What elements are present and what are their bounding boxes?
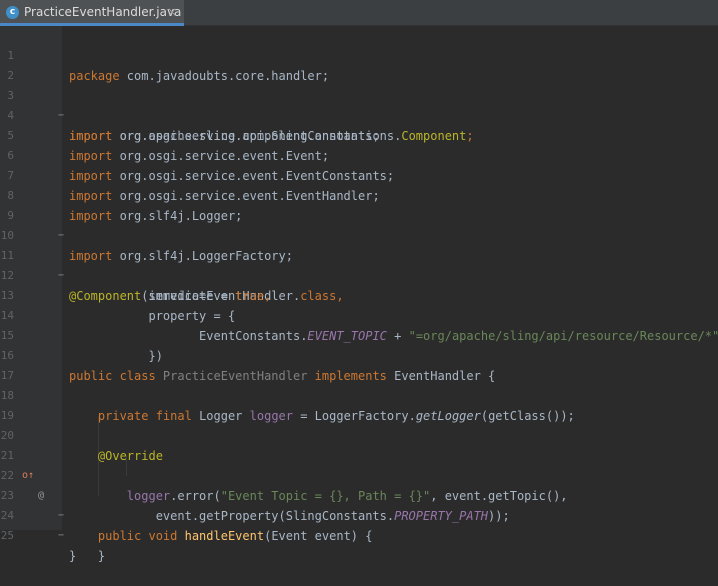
code-line: 18 private final Logger logger = LoggerF… [0, 366, 718, 423]
editor-tab-bar: c PracticeEventHandler.java × [0, 0, 718, 26]
code-line: 15 }) [0, 306, 718, 363]
tab-practice-event-handler[interactable]: c PracticeEventHandler.java × [0, 0, 184, 26]
code-line: 9 − import org.slf4j.LoggerFactory; [0, 186, 718, 263]
code-line: 1 package com.javadoubts.core.handler; [0, 26, 718, 83]
close-icon[interactable]: × [165, 4, 179, 20]
fold-icon[interactable]: − [58, 526, 64, 546]
code-editor[interactable]: 1 package com.javadoubts.core.handler; 2… [0, 26, 718, 563]
code-text: } [69, 549, 77, 563]
code-line: 11 − @Component(service=EventHandler.cla… [0, 226, 718, 303]
code-line: 24 − } [0, 486, 718, 563]
code-line: 6 import org.osgi.service.event.EventCon… [0, 126, 718, 183]
keyword: public void [97, 529, 185, 543]
tab-title: PracticeEventHandler.java [24, 5, 182, 19]
code-line: 23 event.getProperty(SlingConstants.PROP… [0, 466, 718, 523]
code-line: 13 property = { [0, 266, 718, 323]
code-line: 14 EventConstants.EVENT_TOPIC + "=org/ap… [0, 286, 718, 343]
code-line: 4 import org.osgi.service.component.anno… [0, 86, 718, 143]
code-line: 16 public class PracticeEventHandler imp… [0, 326, 718, 383]
code-line: 12 immediate = true, [0, 246, 718, 303]
line-number: 25 [0, 529, 14, 542]
code-line: 17 [0, 346, 718, 382]
code-line: 5 import org.osgi.service.event.Event; [0, 106, 718, 163]
java-class-icon: c [6, 6, 19, 19]
code-line: 3 − import org.apache.sling.api.SlingCon… [0, 66, 718, 143]
code-text: (Event event) { [264, 529, 373, 543]
code-line: 2 [0, 46, 718, 82]
code-line: 19 [0, 386, 718, 422]
code-line: 22 logger.error("Event Topic = {}, Path … [0, 446, 718, 503]
code-line: 7 import org.osgi.service.event.EventHan… [0, 146, 718, 203]
code-line: 20 @Override [0, 406, 718, 463]
code-line: 10 [0, 206, 718, 242]
method-name: handleEvent [184, 529, 265, 543]
code-line: 8 import org.slf4j.Logger; [0, 166, 718, 223]
code-line: 25 } [0, 506, 718, 563]
code-line: 21 o↑ @ − public void handleEvent(Event … [0, 426, 718, 543]
